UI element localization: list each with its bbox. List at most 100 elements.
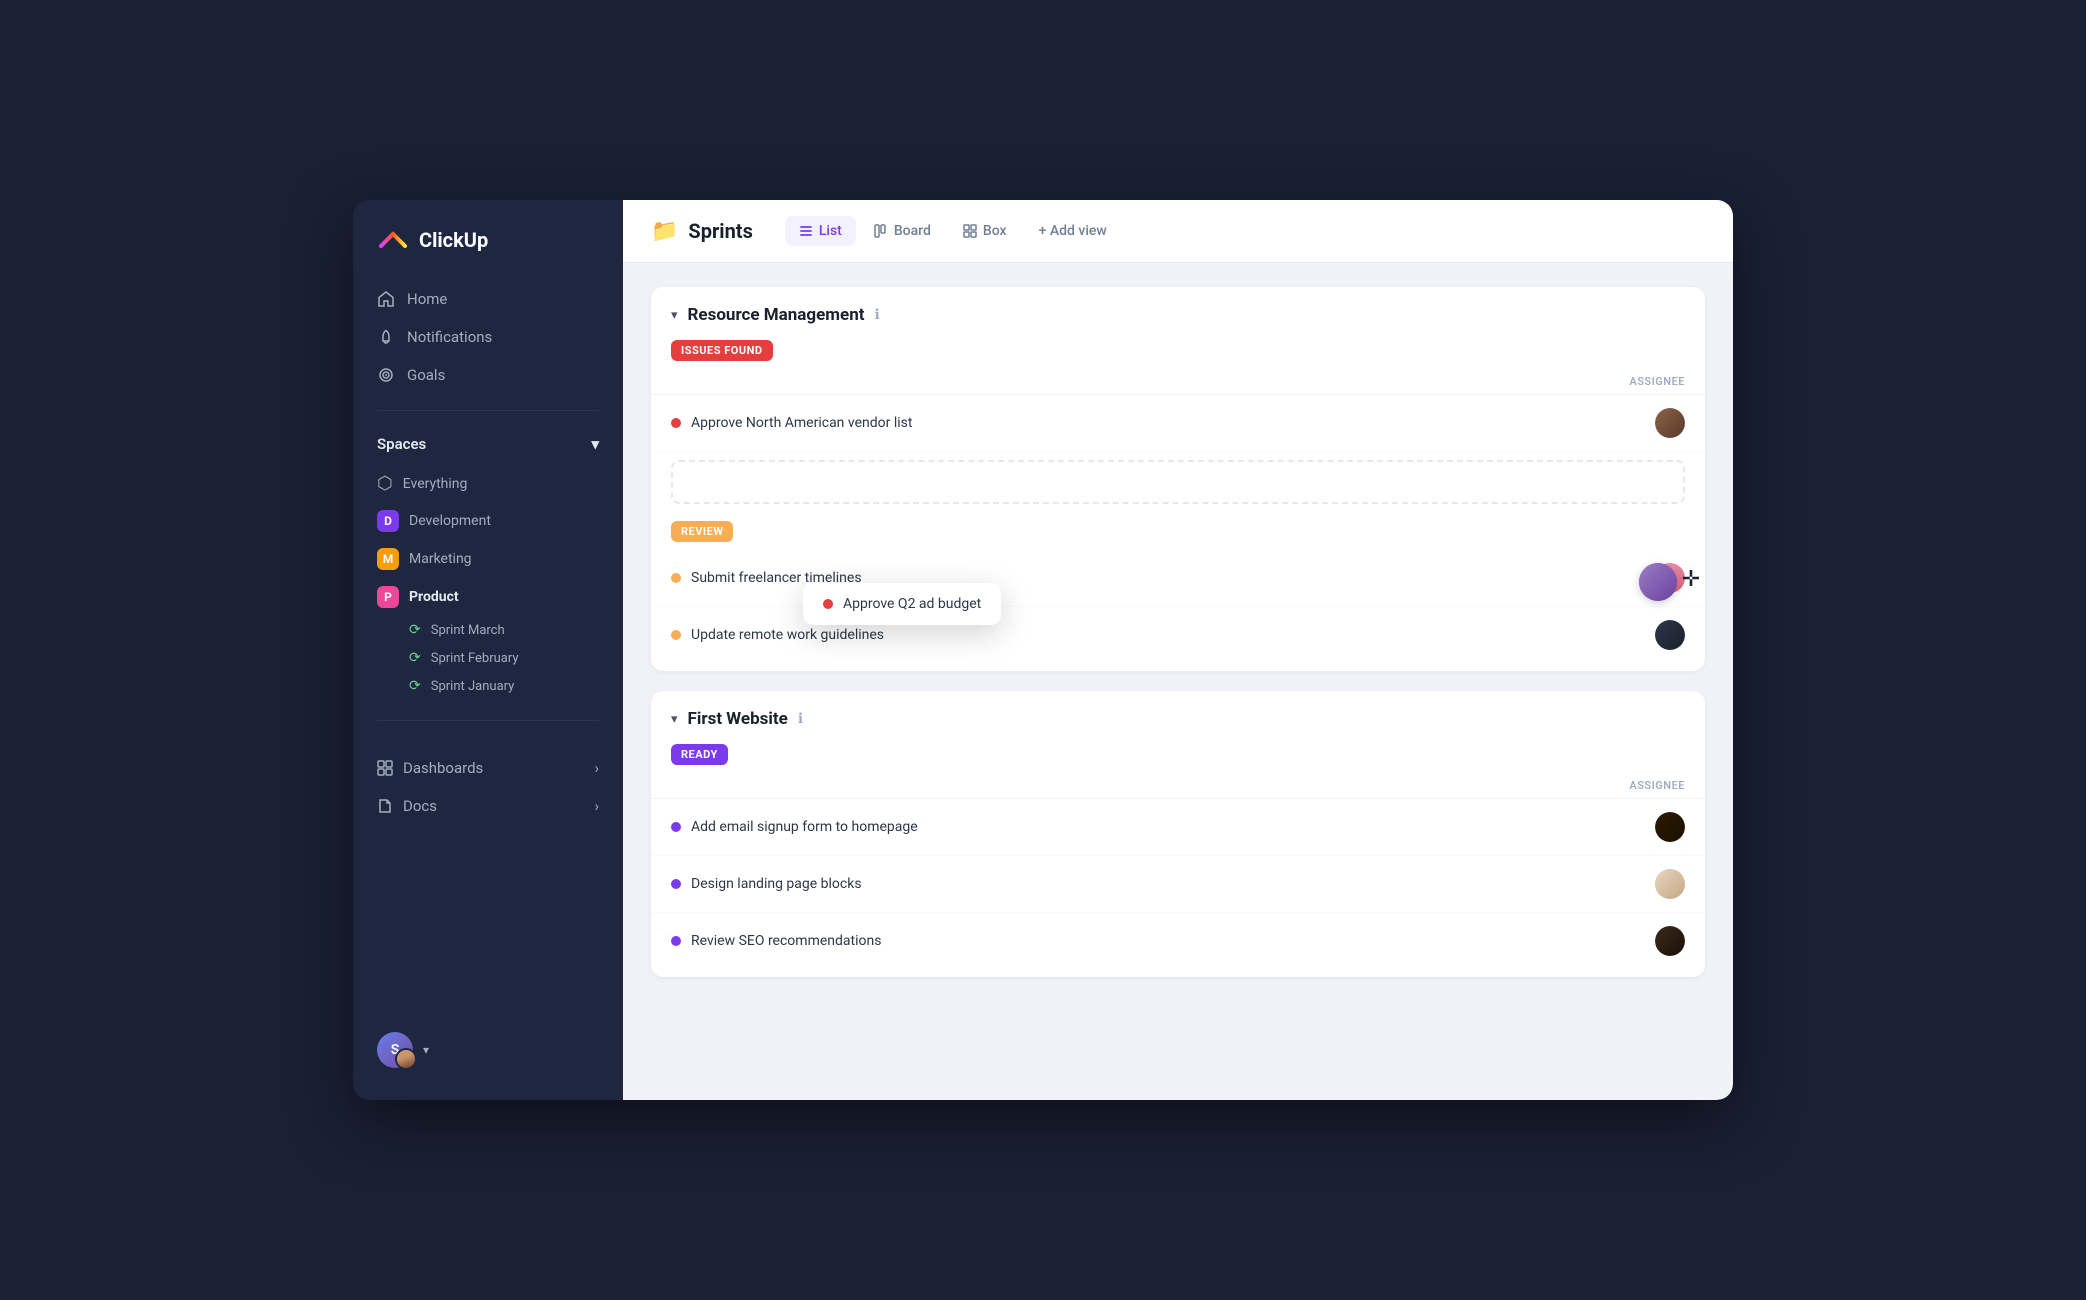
- info-icon-website: ℹ: [798, 711, 803, 727]
- sidebar-item-marketing[interactable]: M Marketing: [365, 540, 611, 578]
- avatar-circle: [1655, 620, 1685, 650]
- task-name: Update remote work guidelines: [691, 627, 884, 643]
- tab-box[interactable]: Box: [949, 216, 1021, 246]
- sidebar-item-home[interactable]: Home: [365, 280, 611, 318]
- tab-board[interactable]: Board: [860, 216, 945, 246]
- task-avatar: [1655, 812, 1685, 842]
- top-bar: 📁 Sprints List Board Box + Add view: [623, 200, 1733, 263]
- table-row[interactable]: Approve North American vendor list: [651, 395, 1705, 452]
- group-header-resource: ▾ Resource Management ℹ: [651, 287, 1705, 339]
- task-left: Add email signup form to homepage: [671, 819, 918, 835]
- task-avatar: [1655, 926, 1685, 956]
- sidebar-item-sprint-february[interactable]: ⟳ Sprint February: [365, 644, 611, 672]
- task-avatar: [1655, 408, 1685, 438]
- everything-label: Everything: [403, 476, 468, 492]
- board-icon: [874, 224, 888, 238]
- task-left: Approve North American vendor list: [671, 415, 912, 431]
- task-dot-yellow: [671, 573, 681, 583]
- marketing-badge: M: [377, 548, 399, 570]
- sidebar-divider-2: [377, 720, 599, 721]
- sidebar-item-development[interactable]: D Development: [365, 502, 611, 540]
- list-icon: [799, 224, 813, 238]
- table-row[interactable]: Add email signup form to homepage: [651, 799, 1705, 856]
- chevron-down-icon-2: ▾: [671, 712, 678, 727]
- task-left: Design landing page blocks: [671, 876, 862, 892]
- drag-placeholder: [671, 460, 1685, 504]
- group-resource-management: ▾ Resource Management ℹ ISSUES FOUND ASS…: [651, 287, 1705, 671]
- task-dot-purple: [671, 879, 681, 889]
- sprint-february-label: Sprint February: [431, 651, 519, 666]
- sidebar-item-goals[interactable]: Goals: [365, 356, 611, 394]
- sidebar-item-docs[interactable]: Docs ›: [365, 787, 611, 825]
- tab-list[interactable]: List: [785, 216, 856, 246]
- sprint-january-label: Sprint January: [431, 679, 515, 694]
- docs-chevron: ›: [594, 797, 599, 815]
- avatar-circle: [1655, 408, 1685, 438]
- badge-issues-found: ISSUES FOUND: [671, 340, 773, 361]
- clickup-logo-icon: [377, 224, 409, 256]
- folder-icon: 📁: [651, 219, 678, 244]
- sprint-icon-february: ⟳: [409, 650, 421, 666]
- group-header-website: ▾ First Website ℹ: [651, 691, 1705, 743]
- view-tabs: List Board Box + Add view: [785, 216, 1121, 246]
- user-avatar-inner: [395, 1048, 417, 1070]
- task-left: Review SEO recommendations: [671, 933, 881, 949]
- sidebar-item-everything[interactable]: ⬡ Everything: [365, 465, 611, 502]
- sidebar-nav: Home Notifications Goals: [353, 280, 623, 394]
- sidebar-item-sprint-january[interactable]: ⟳ Sprint January: [365, 672, 611, 700]
- dashboards-label: Dashboards: [403, 759, 483, 777]
- home-icon: [377, 290, 395, 308]
- task-name: Add email signup form to homepage: [691, 819, 918, 835]
- spaces-header[interactable]: Spaces ▾: [353, 427, 623, 461]
- group-title-resource: Resource Management: [688, 305, 865, 325]
- sprint-icon-march: ⟳: [409, 622, 421, 638]
- add-view-button[interactable]: + Add view: [1025, 216, 1121, 246]
- task-name: Approve North American vendor list: [691, 415, 912, 431]
- table-row[interactable]: Review SEO recommendations: [651, 913, 1705, 969]
- sidebar-divider: [377, 410, 599, 411]
- assignee-header-2: ASSIGNEE: [651, 773, 1705, 799]
- tab-list-label: List: [819, 223, 842, 239]
- table-row[interactable]: Update remote work guidelines: [651, 607, 1705, 663]
- sidebar-item-sprint-march[interactable]: ⟳ Sprint March: [365, 616, 611, 644]
- table-row[interactable]: Submit freelancer timelines: [651, 550, 1705, 607]
- sidebar-item-goals-label: Goals: [407, 366, 445, 384]
- task-left: Submit freelancer timelines: [671, 570, 862, 586]
- tab-board-label: Board: [894, 223, 931, 239]
- sidebar-item-notifications[interactable]: Notifications: [365, 318, 611, 356]
- task-name: Design landing page blocks: [691, 876, 862, 892]
- spaces-list: ⬡ Everything D Development M Marketing P…: [353, 461, 623, 704]
- user-area[interactable]: S ▾: [353, 1020, 623, 1080]
- badge-review: REVIEW: [671, 521, 733, 542]
- task-dot-purple: [671, 936, 681, 946]
- target-icon: [377, 366, 395, 384]
- cursor-crosshair: ✛: [1677, 565, 1705, 593]
- info-icon-resource: ℹ: [874, 307, 879, 323]
- page-title: Sprints: [688, 219, 752, 243]
- logo-area[interactable]: ClickUp: [353, 224, 623, 280]
- sidebar-item-dashboards[interactable]: Dashboards ›: [365, 749, 611, 787]
- spaces-label: Spaces: [377, 435, 426, 453]
- sidebar-item-home-label: Home: [407, 290, 447, 308]
- task-dot-yellow: [671, 630, 681, 640]
- task-name: Submit freelancer timelines: [691, 570, 862, 586]
- ready-badge-area: READY: [651, 743, 1705, 773]
- spaces-chevron-icon: ▾: [591, 435, 599, 453]
- development-badge: D: [377, 510, 399, 532]
- product-label: Product: [409, 589, 459, 605]
- dashboards-chevron: ›: [594, 759, 599, 777]
- user-dropdown-icon: ▾: [423, 1043, 429, 1057]
- review-badge-area: REVIEW: [651, 512, 1705, 550]
- group-title-website: First Website: [688, 709, 788, 729]
- issues-badge-area: ISSUES FOUND: [651, 339, 1705, 369]
- chevron-down-icon: ▾: [671, 308, 678, 323]
- marketing-label: Marketing: [409, 551, 472, 567]
- add-view-label: + Add view: [1039, 223, 1107, 239]
- box-icon: [963, 224, 977, 238]
- sidebar-item-product[interactable]: P Product: [365, 578, 611, 616]
- page-title-area: 📁 Sprints: [651, 219, 753, 244]
- tab-box-label: Box: [983, 223, 1007, 239]
- avatar-circle: [1655, 812, 1685, 842]
- table-row[interactable]: Design landing page blocks: [651, 856, 1705, 913]
- avatar-circle: [1655, 869, 1685, 899]
